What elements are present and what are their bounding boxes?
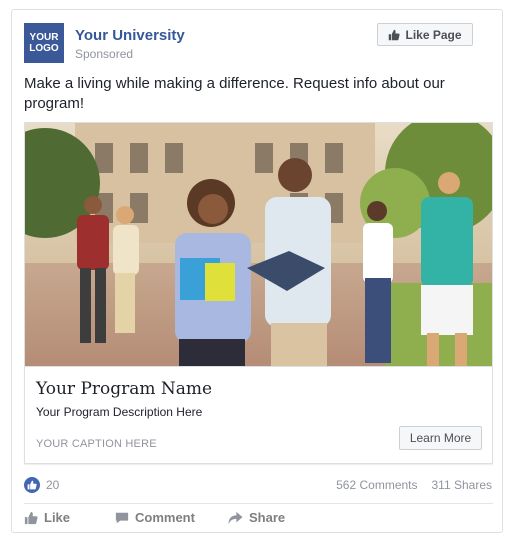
action-divider: [24, 503, 493, 504]
link-caption: YOUR CAPTION HERE: [36, 438, 157, 450]
like-page-label: Like Page: [405, 27, 462, 42]
thumbs-up-icon: [24, 511, 38, 524]
comment-button[interactable]: Comment: [115, 510, 195, 525]
action-bar: Like Comment Share: [24, 510, 493, 530]
like-button[interactable]: Like: [24, 510, 70, 525]
like-page-button[interactable]: Like Page: [377, 23, 473, 46]
ad-image[interactable]: [24, 122, 493, 367]
share-label: Share: [249, 510, 286, 525]
program-description: Your Program Description Here: [36, 405, 203, 419]
thumbs-up-icon: [389, 29, 401, 40]
share-button[interactable]: Share: [228, 510, 285, 525]
logo-line-1: YOUR: [29, 32, 59, 43]
like-label: Like: [44, 510, 71, 525]
comment-icon: [115, 512, 129, 523]
share-icon: [228, 511, 243, 524]
shares-count[interactable]: 311 Shares: [432, 478, 493, 492]
like-reaction-icon: [24, 477, 40, 493]
post-text: Make a living while making a difference.…: [24, 75, 445, 112]
like-count: 20: [46, 478, 60, 492]
sponsored-label: Sponsored: [75, 47, 134, 61]
page-logo[interactable]: YOUR LOGO: [24, 23, 64, 63]
reaction-summary[interactable]: 20: [24, 477, 59, 493]
sponsored-post-card: YOUR LOGO Your University Sponsored Like…: [11, 9, 503, 533]
logo-line-2: LOGO: [29, 43, 59, 54]
link-preview[interactable]: Your Program Name Your Program Descripti…: [24, 367, 493, 464]
comments-count[interactable]: 562 Comments: [336, 478, 417, 492]
program-name: Your Program Name: [36, 379, 213, 399]
page-name-link[interactable]: Your University: [75, 27, 185, 44]
students-photo: [25, 123, 492, 366]
learn-more-button[interactable]: Learn More: [399, 426, 482, 450]
engagement-counts: 562 Comments 311 Shares: [336, 478, 492, 492]
comment-label: Comment: [135, 510, 195, 525]
